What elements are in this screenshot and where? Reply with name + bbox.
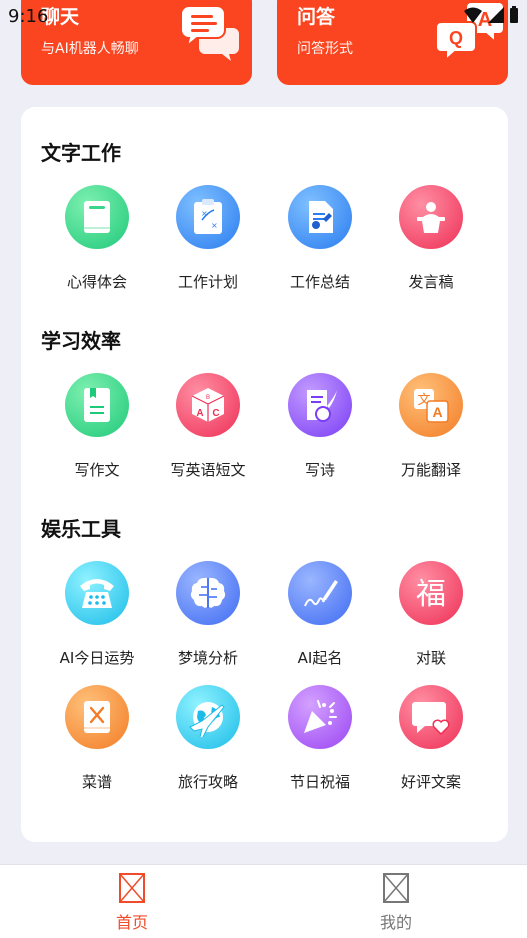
features-panel: 文字工作 心得体会 × × 工作计划 工作总结 发言稿 学习效率 写作文 B A… (21, 107, 508, 842)
document-pen-icon (288, 185, 352, 249)
svg-text:×: × (211, 221, 218, 230)
cube-letter-b: B (206, 395, 210, 401)
tile-label: 旅行攻略 (177, 773, 238, 791)
signal-icon (488, 7, 504, 23)
notebook-icon (65, 373, 129, 437)
chat-card-subtitle: 与AI机器人畅聊 (41, 41, 139, 57)
fu-character-icon: 福 (399, 561, 463, 625)
tile-label: 对联 (415, 649, 446, 667)
tile-label: 写英语短文 (170, 461, 246, 479)
tile-label: AI今日运势 (59, 649, 135, 667)
section-title-study: 学习效率 (41, 329, 121, 353)
translate-icon: 文 A (399, 373, 463, 437)
tile-translate[interactable]: 文 A 万能翻译 (381, 373, 481, 480)
podium-speaker-icon (399, 185, 463, 249)
nav-home[interactable]: 首页 (92, 873, 172, 933)
chat-card[interactable]: 聊天 与AI机器人畅聊 (21, 0, 252, 85)
tile-label: 心得体会 (66, 273, 127, 291)
tile-label: 万能翻译 (400, 461, 461, 479)
nav-mine-label: 我的 (379, 913, 412, 932)
tile-label: 写作文 (74, 461, 120, 479)
abc-cube-icon: B A C (176, 373, 240, 437)
fu-character: 福 (416, 577, 446, 612)
tile-fortune[interactable]: AI今日运势 (47, 561, 147, 668)
party-popper-icon (288, 685, 352, 749)
tile-work-summary[interactable]: 工作总结 (270, 185, 370, 292)
pen-signature-icon (288, 561, 352, 625)
tile-experience[interactable]: 心得体会 (47, 185, 147, 292)
book-icon (65, 185, 129, 249)
tile-speech[interactable]: 发言稿 (381, 185, 481, 292)
nav-home-label: 首页 (115, 913, 148, 932)
tile-couplet[interactable]: 福 对联 (381, 561, 481, 668)
tile-label: 工作总结 (289, 273, 350, 291)
scroll-quill-icon (288, 373, 352, 437)
tile-poem[interactable]: 写诗 (270, 373, 370, 480)
tile-label: 发言稿 (408, 273, 454, 291)
tile-label: 菜谱 (81, 773, 112, 791)
globe-plane-icon (176, 685, 240, 749)
translate-target-char: A (432, 404, 442, 420)
brain-icon (176, 561, 240, 625)
tile-label: 写诗 (304, 461, 335, 479)
tile-work-plan[interactable]: × × 工作计划 (158, 185, 258, 292)
telephone-icon (65, 561, 129, 625)
clipboard-plan-icon: × × (176, 185, 240, 249)
tile-label: 节日祝福 (289, 773, 350, 791)
tile-naming[interactable]: AI起名 (270, 561, 370, 668)
tile-review[interactable]: 好评文案 (381, 685, 481, 792)
status-icons (463, 6, 519, 24)
section-title-writing: 文字工作 (41, 141, 121, 165)
section-title-fun: 娱乐工具 (41, 517, 121, 541)
tile-label: 工作计划 (177, 273, 238, 291)
tile-dream[interactable]: 梦境分析 (158, 561, 258, 668)
tile-recipe[interactable]: 菜谱 (47, 685, 147, 792)
mine-tab-icon (383, 873, 409, 903)
chat-bubbles-icon (180, 5, 239, 61)
status-time: 9:16 (8, 6, 49, 27)
tile-label: 好评文案 (400, 773, 461, 791)
tile-greetings[interactable]: 节日祝福 (270, 685, 370, 792)
qa-card-subtitle: 问答形式 (297, 41, 353, 57)
cube-letter-a: A (196, 408, 203, 419)
tile-english-essay[interactable]: B A C 写英语短文 (158, 373, 258, 480)
home-tab-icon (119, 873, 145, 903)
nav-mine[interactable]: 我的 (356, 873, 436, 933)
tile-essay[interactable]: 写作文 (47, 373, 147, 480)
question-letter: Q (449, 28, 463, 48)
cube-letter-c: C (212, 408, 219, 419)
tile-travel[interactable]: 旅行攻略 (158, 685, 258, 792)
tile-label: AI起名 (297, 649, 343, 667)
battery-icon (510, 6, 518, 23)
wifi-icon (464, 7, 482, 23)
tile-label: 梦境分析 (177, 649, 238, 667)
recipe-book-icon (65, 685, 129, 749)
heart-message-icon (399, 685, 463, 749)
qa-card-title: 问答 (297, 6, 336, 28)
bottom-nav: 首页 我的 (0, 864, 527, 938)
